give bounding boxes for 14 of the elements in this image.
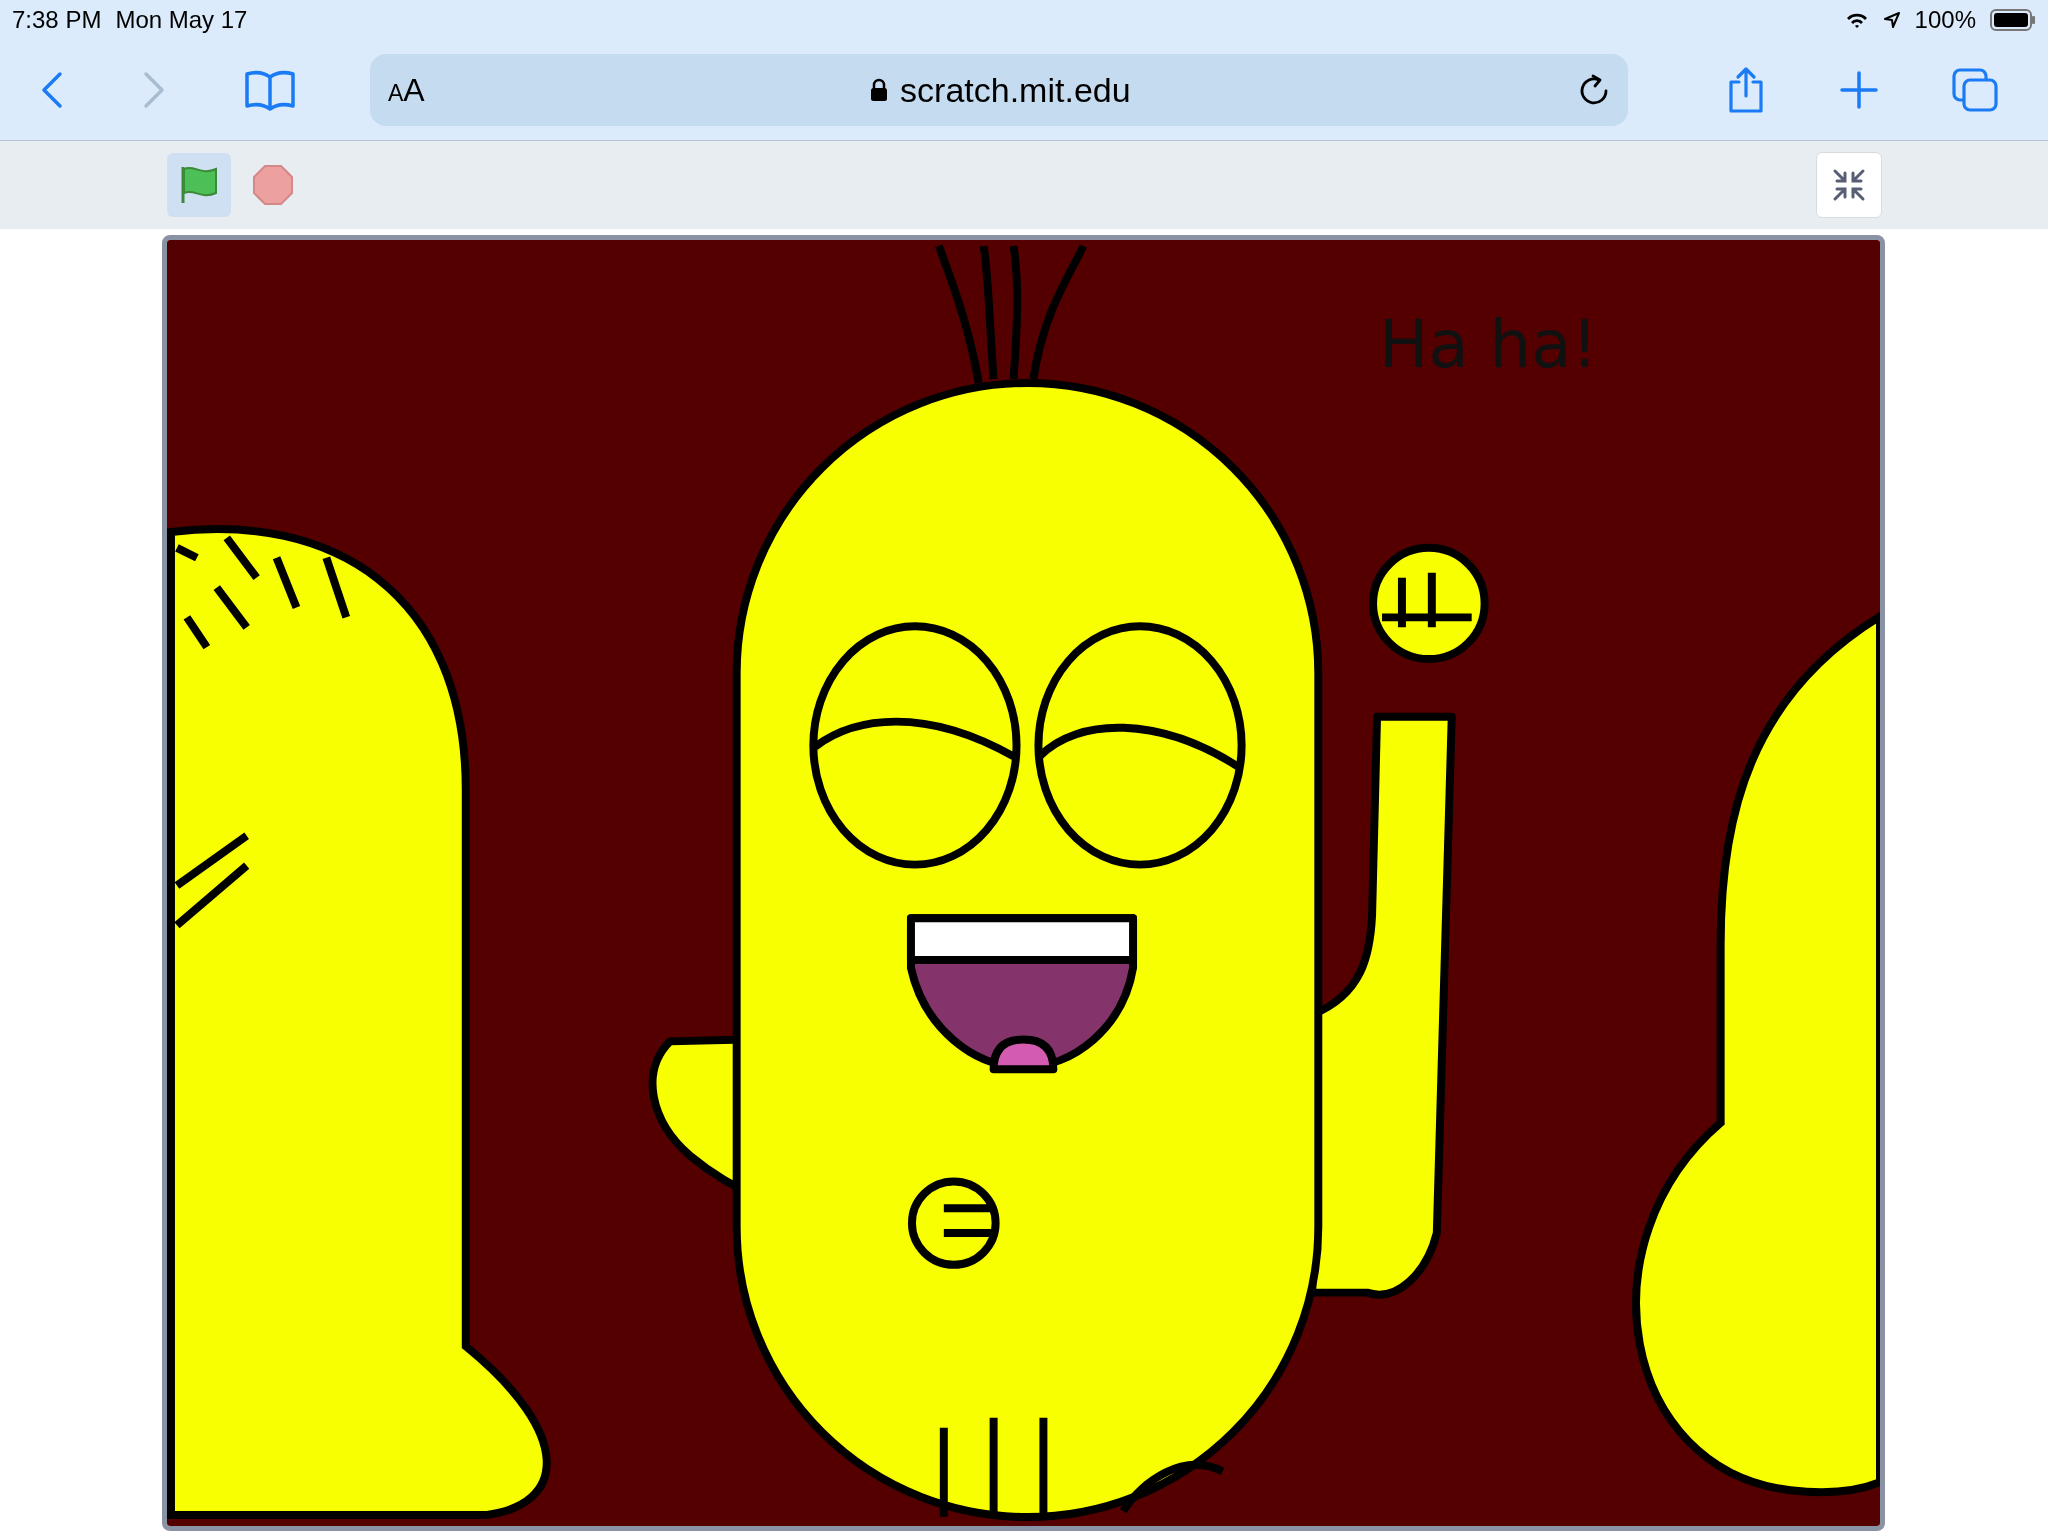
- text-size-button[interactable]: AA: [388, 71, 425, 109]
- battery-percentage: 100%: [1914, 6, 1976, 34]
- battery-icon: [1990, 9, 2036, 31]
- stop-sign-icon: [251, 163, 295, 207]
- location-arrow-icon: [1882, 11, 1901, 29]
- url-text: scratch.mit.edu: [900, 70, 1131, 110]
- exit-fullscreen-icon: [1831, 167, 1867, 203]
- flag-button[interactable]: [167, 153, 231, 217]
- stage-speech-text: Ha ha!: [1379, 306, 1598, 383]
- lock-icon: [870, 78, 889, 102]
- exit-fullscreen-button[interactable]: [1816, 152, 1882, 218]
- address-bar[interactable]: AA scratch.mit.edu: [370, 54, 1628, 126]
- status-date: Mon May 17: [115, 6, 248, 34]
- status-time: 7:38 PM: [12, 6, 102, 34]
